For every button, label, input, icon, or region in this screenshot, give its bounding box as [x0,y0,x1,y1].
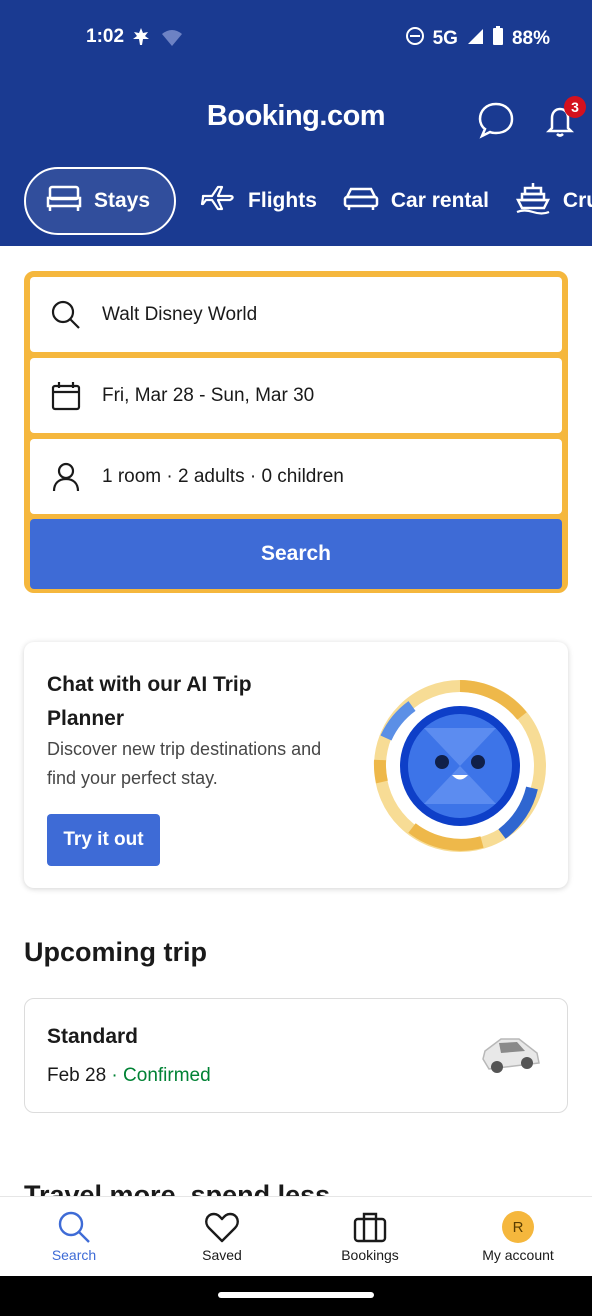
trip-name: Standard [47,1025,139,1048]
search-icon [30,299,102,331]
avatar: R [502,1211,534,1243]
dates-value: Fri, Mar 28 - Sun, Mar 30 [102,384,315,406]
guests-value: 1 room · 2 adults · 0 children [102,465,344,487]
destination-value: Walt Disney World [102,303,258,325]
ai-card-title: Chat with our AI Trip Planner [47,673,252,730]
ai-card-description: Discover new trip destinations and find … [47,739,322,788]
car-illustration-icon [479,1025,545,1084]
trip-status: Confirmed [123,1065,211,1086]
nav-search[interactable]: Search [0,1197,148,1276]
vertical-tabs: Stays Flights Car rental Cru [24,166,592,236]
bell-icon [540,107,580,144]
tab-flights[interactable]: Flights [198,167,319,235]
notification-leaf-icon [130,26,152,54]
nav-saved[interactable]: Saved [148,1197,296,1276]
battery-percent: 88% [511,28,550,49]
chat-icon[interactable] [476,100,516,140]
person-icon [30,461,102,493]
bottom-navigation: Search Saved Bookings R My account [0,1196,592,1276]
cruise-icon [515,181,551,221]
nav-label: Bookings [341,1247,399,1263]
tab-label: Flights [248,189,317,212]
tab-car-rental[interactable]: Car rental [341,167,491,235]
nav-label: My account [482,1247,554,1263]
status-right: 5G 88% [405,26,550,52]
status-time: 1:02 [86,26,125,47]
nav-label: Saved [202,1247,242,1263]
next-section-heading: Travel more, spend less [24,1180,331,1196]
trip-separator: · [106,1065,124,1086]
tab-label: Stays [94,189,151,212]
search-icon [56,1207,92,1247]
bed-icon [46,183,82,219]
car-icon [343,183,379,219]
ai-trip-planner-card: Chat with our AI Trip Planner Discover n… [24,642,568,888]
dates-field[interactable]: Fri, Mar 28 - Sun, Mar 30 [30,358,562,433]
home-gesture-handle[interactable] [218,1292,374,1298]
upcoming-trip-heading: Upcoming trip [24,937,207,967]
signal-icon [466,27,484,51]
upcoming-trip-card[interactable]: Standard Feb 28 · Confirmed [24,998,568,1113]
calendar-icon [30,380,102,412]
nav-my-account[interactable]: R My account [444,1197,592,1276]
destination-field[interactable]: Walt Disney World [30,277,562,352]
nav-account-wrap: R [502,1207,534,1247]
trip-date: Feb 28 [47,1065,107,1086]
plane-icon [200,183,236,219]
nav-bookings[interactable]: Bookings [296,1197,444,1276]
try-it-out-button[interactable]: Try it out [47,814,160,866]
network-type: 5G [432,28,458,49]
guests-field[interactable]: 1 room · 2 adults · 0 children [30,439,562,514]
tab-cruises[interactable]: Cru [513,167,592,235]
tab-stays[interactable]: Stays [24,167,177,235]
briefcase-icon [352,1207,388,1247]
app-header: 1:02 5G 88% Booking.com 3 Stays Flights … [0,0,592,246]
trip-meta: Feb 28 · Confirmed [47,1065,211,1087]
notification-badge: 3 [564,96,586,118]
notifications-button[interactable]: 3 [540,96,586,140]
heart-icon [204,1207,240,1247]
status-bar: 1:02 5G 88% [0,24,592,52]
search-button[interactable]: Search [30,519,562,589]
system-navigation-bar [0,1276,592,1316]
tab-label: Car rental [390,189,489,212]
dnd-icon [405,26,425,52]
wifi-icon [160,26,184,54]
nav-label: Search [51,1247,97,1263]
search-form: Walt Disney World Fri, Mar 28 - Sun, Mar… [24,271,568,593]
battery-icon [492,26,504,52]
ai-assistant-icon [372,678,548,859]
tab-label: Cru [562,189,592,212]
